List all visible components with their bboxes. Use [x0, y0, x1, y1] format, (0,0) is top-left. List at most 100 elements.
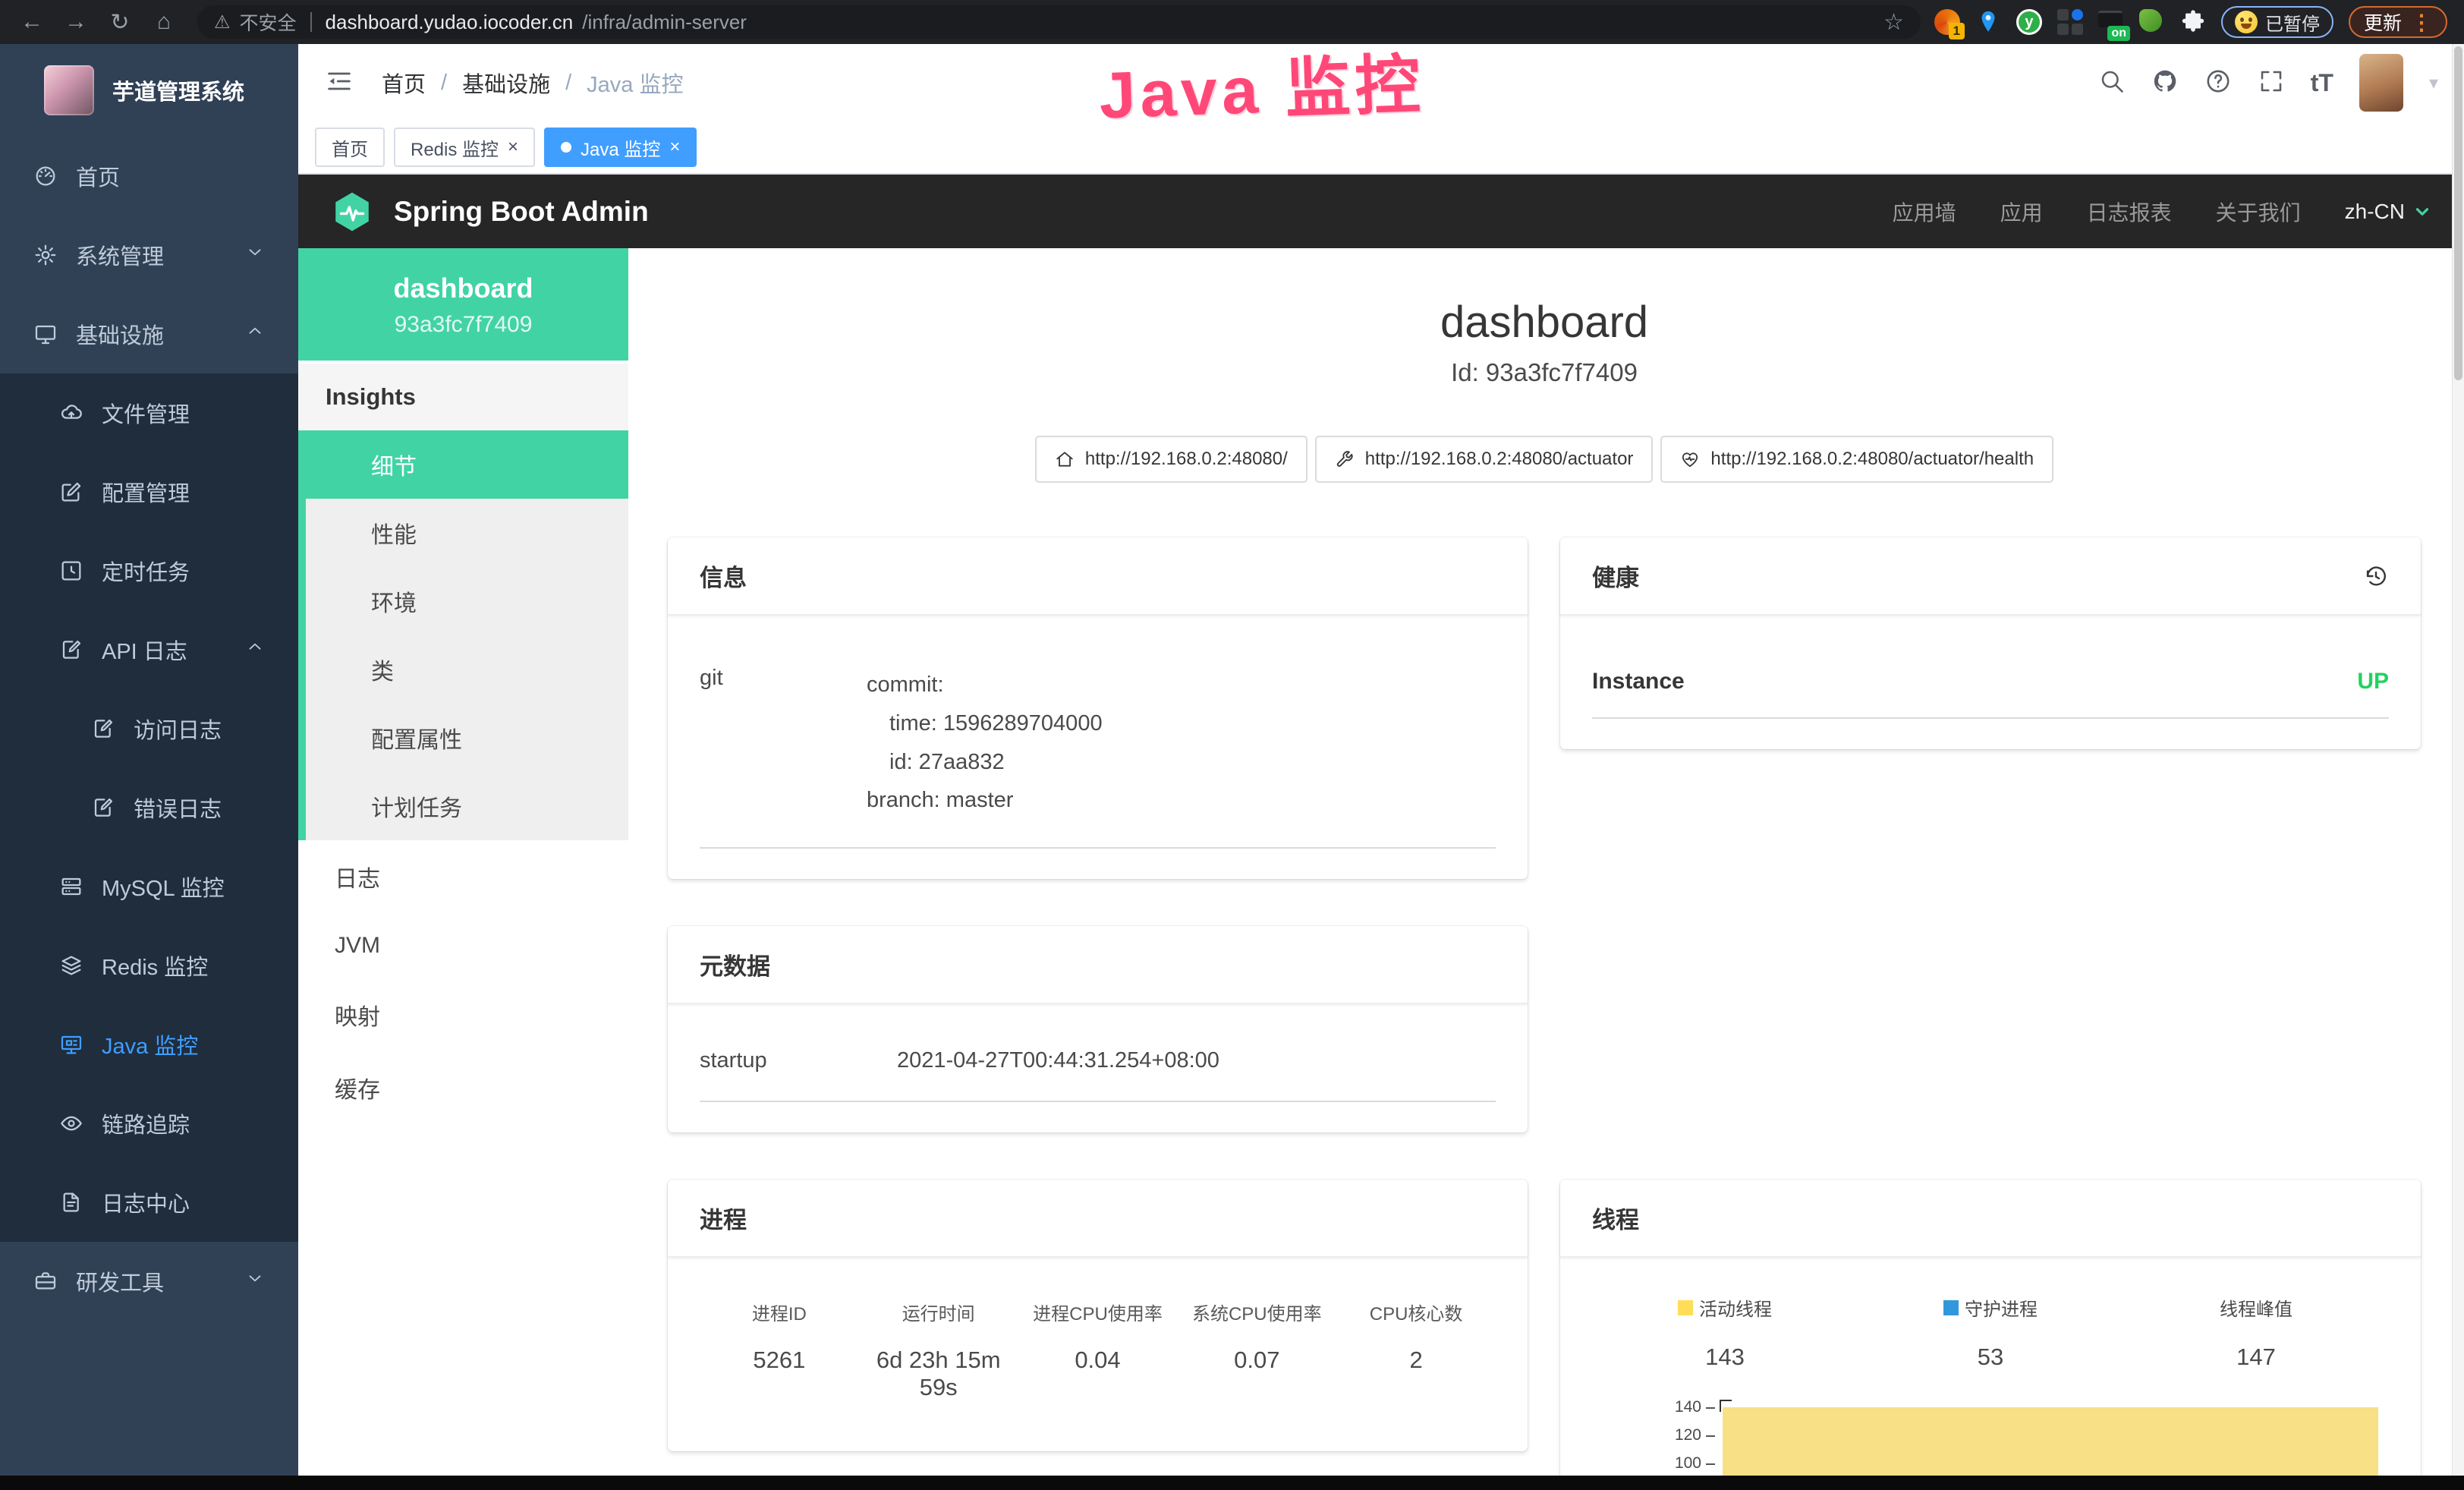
github-icon[interactable]: [2151, 68, 2179, 99]
tab-redis-monitor[interactable]: Redis 监控 ×: [394, 128, 535, 167]
extension-switch-icon[interactable]: on: [2098, 9, 2124, 35]
sidebar-item-home[interactable]: 首页: [0, 137, 298, 216]
sba-instance-sidebar: dashboard 93a3fc7f7409 Insights 细节 性能 环境…: [298, 248, 628, 1490]
sba-nav-applications[interactable]: 应用: [2000, 197, 2043, 227]
sba-nav-scheduled-tasks[interactable]: 计划任务: [306, 772, 628, 840]
sba-nav-environment[interactable]: 环境: [306, 567, 628, 635]
y-tick-100: 100: [1632, 1454, 1701, 1473]
extension-paused-badge[interactable]: 已暂停: [2221, 6, 2333, 38]
sidebar-item-api-log[interactable]: API 日志: [0, 610, 298, 689]
font-size-icon[interactable]: tT: [2311, 69, 2333, 97]
health-url-button[interactable]: http://192.168.0.2:48080/actuator/health: [1660, 436, 2053, 483]
sidebar-item-label: 研发工具: [76, 1265, 164, 1297]
sidebar-item-infra[interactable]: 基础设施: [0, 295, 298, 373]
browser-forward-icon[interactable]: →: [56, 5, 96, 39]
daemon-threads: 守护进程 53: [1858, 1294, 2123, 1371]
omnibox-divider: [310, 12, 312, 32]
toolbox-icon: [33, 1269, 58, 1293]
sidebar-item-label: Redis 监控: [102, 950, 208, 981]
tab-close-icon[interactable]: ×: [508, 138, 518, 156]
breadcrumb-infra[interactable]: 基础设施: [462, 67, 550, 99]
sidebar-item-system[interactable]: 系统管理: [0, 216, 298, 295]
threads-card-title: 线程: [1560, 1180, 2421, 1258]
scrollbar-thumb[interactable]: [2454, 46, 2462, 380]
y-tick-140: 140: [1632, 1398, 1701, 1416]
sidebar-item-access-log[interactable]: 访问日志: [0, 689, 298, 768]
sba-nav-wallboard[interactable]: 应用墙: [1893, 197, 1956, 227]
browser-address-bar[interactable]: ⚠ 不安全 dashboard.yudao.iocoder.cn /infra/…: [197, 5, 1921, 39]
sidebar-item-config-management[interactable]: 配置管理: [0, 452, 298, 531]
extensions-puzzle-icon[interactable]: [2180, 9, 2206, 35]
breadcrumb-current: Java 监控: [587, 67, 683, 99]
sba-nav-config-props[interactable]: 配置属性: [306, 704, 628, 772]
search-icon[interactable]: [2098, 68, 2126, 99]
extension-y-icon[interactable]: y: [2016, 9, 2042, 35]
sba-brand-title[interactable]: Spring Boot Admin: [394, 196, 649, 228]
sidebar-item-mysql-monitor[interactable]: MySQL 监控: [0, 847, 298, 926]
actuator-url-button[interactable]: http://192.168.0.2:48080/actuator: [1315, 436, 1654, 483]
sidebar-item-java-monitor[interactable]: Java 监控: [0, 1005, 298, 1084]
sba-nav: 应用墙 应用 日志报表 关于我们 zh-CN: [1893, 197, 2432, 227]
sba-nav-caches[interactable]: 缓存: [298, 1051, 628, 1124]
tab-close-icon[interactable]: ×: [669, 138, 680, 156]
browser-home-icon[interactable]: ⌂: [144, 5, 184, 39]
sidebar-item-dev-tools[interactable]: 研发工具: [0, 1242, 298, 1321]
user-avatar[interactable]: [2359, 54, 2403, 112]
bookmark-star-icon[interactable]: ☆: [1883, 9, 1904, 36]
update-label: 更新: [2364, 8, 2402, 36]
tab-home[interactable]: 首页: [315, 128, 385, 167]
sidebar-item-file-management[interactable]: 文件管理: [0, 373, 298, 452]
sba-nav-metrics[interactable]: 性能: [306, 499, 628, 567]
edit-square-icon: [59, 480, 83, 504]
chrome-update-button[interactable]: 更新 ⋮: [2349, 6, 2447, 38]
service-url-button[interactable]: http://192.168.0.2:48080/: [1035, 436, 1308, 483]
sba-logo-icon[interactable]: [330, 190, 374, 234]
extension-colorzilla-icon[interactable]: 1: [1934, 9, 1960, 35]
sba-language-select[interactable]: zh-CN: [2345, 200, 2432, 224]
system-cpu: 系统CPU使用率 0.07: [1177, 1299, 1336, 1401]
sba-nav-about[interactable]: 关于我们: [2216, 197, 2301, 227]
sba-nav-journal[interactable]: 日志报表: [2087, 197, 2172, 227]
sba-nav-details[interactable]: 细节: [306, 430, 628, 499]
extension-grid-icon[interactable]: [2057, 9, 2083, 35]
sba-nav-classes[interactable]: 类: [306, 635, 628, 704]
sba-nav-mappings[interactable]: 映射: [298, 978, 628, 1051]
tab-java-monitor[interactable]: Java 监控 ×: [544, 128, 697, 167]
sidebar-item-error-log[interactable]: 错误日志: [0, 768, 298, 847]
fullscreen-icon[interactable]: [2258, 68, 2285, 99]
home-icon: [1055, 449, 1075, 469]
sidebar-item-scheduled-job[interactable]: 定时任务: [0, 531, 298, 610]
metadata-card: 元数据 startup 2021-04-27T00:44:31.254+08:0…: [668, 926, 1528, 1132]
process-card-title: 进程: [668, 1180, 1528, 1258]
sidebar-item-redis-monitor[interactable]: Redis 监控: [0, 926, 298, 1005]
tab-label: Redis 监控: [411, 134, 499, 161]
page-instance-id: Id: 93a3fc7f7409: [668, 358, 2421, 387]
sidebar-item-tracing[interactable]: 链路追踪: [0, 1084, 298, 1163]
screen-icon: [33, 322, 58, 346]
sidebar-item-label: 访问日志: [134, 713, 222, 745]
page-scrollbar[interactable]: [2452, 44, 2464, 1476]
info-git-row: git commit: time: 1596289704000 id: 27aa…: [700, 646, 1496, 849]
cpu-cores: CPU核心数 2: [1336, 1299, 1496, 1401]
avatar-caret-icon[interactable]: ▾: [2429, 72, 2438, 94]
security-warning-icon: ⚠: [214, 11, 231, 33]
admin-header: 首页 / 基础设施 / Java 监控 Java 监控 tT ▾: [298, 44, 2464, 121]
app-title: 芋道管理系统: [112, 74, 244, 106]
history-icon[interactable]: [2363, 563, 2389, 589]
extension-pin-icon[interactable]: [1975, 9, 2001, 35]
eye-icon: [59, 1111, 83, 1136]
active-tab-dot: [561, 142, 571, 153]
help-icon[interactable]: [2204, 68, 2232, 99]
browser-reload-icon[interactable]: ↻: [100, 5, 140, 39]
sba-nav-jvm[interactable]: JVM: [298, 913, 628, 978]
breadcrumb-home[interactable]: 首页: [382, 67, 426, 99]
security-label[interactable]: 不安全: [240, 8, 297, 36]
y-tick-mark: [1706, 1407, 1715, 1409]
process-card: 进程 进程ID 5261 运行时间 6d 23h 15m 59: [668, 1180, 1528, 1451]
browser-back-icon[interactable]: ←: [12, 5, 52, 39]
sidebar-item-log-center[interactable]: 日志中心: [0, 1163, 298, 1242]
extension-leaf-icon[interactable]: [2139, 9, 2165, 35]
sba-nav-logs[interactable]: 日志: [298, 840, 628, 913]
document-icon: [59, 1190, 83, 1214]
sidebar-fold-icon[interactable]: [324, 66, 354, 100]
